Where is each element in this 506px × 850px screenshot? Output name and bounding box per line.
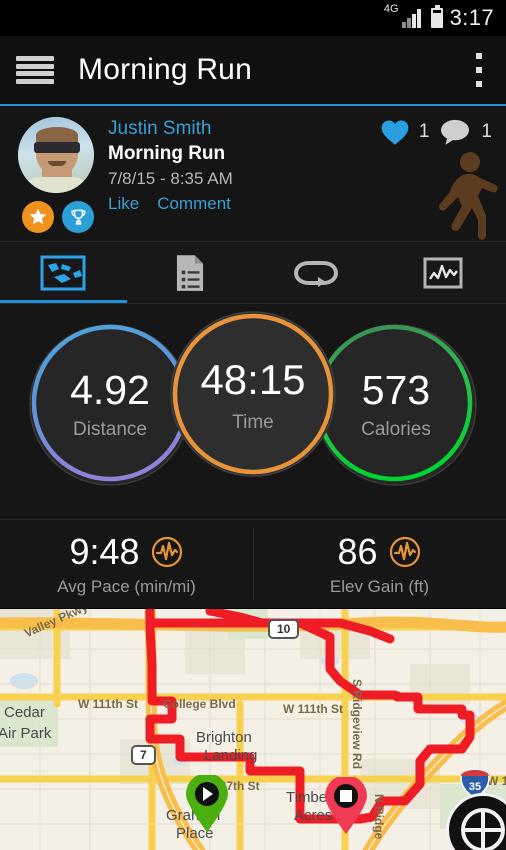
map-place-label: Landing xyxy=(204,747,258,764)
map-place-label: Cedar xyxy=(4,704,45,721)
start-marker[interactable] xyxy=(184,775,230,833)
stat-time[interactable]: 48:15 Time xyxy=(167,308,339,480)
page-title: Morning Run xyxy=(78,53,252,86)
avg-pace-label: Avg Pace (min/mi) xyxy=(57,577,196,596)
comment-icon[interactable] xyxy=(437,118,473,146)
tab-laps[interactable] xyxy=(253,242,380,303)
secondary-stats: 9:48 Avg Pace (min/mi) 86 Elev Gain (ft) xyxy=(0,519,506,609)
signal-strength-icon xyxy=(401,8,424,28)
status-bar: 4G 3:17 xyxy=(0,0,506,36)
running-person-icon xyxy=(422,148,500,241)
like-link[interactable]: Like xyxy=(108,191,139,216)
comment-count: 1 xyxy=(481,121,492,142)
hamburger-menu-icon[interactable] xyxy=(16,56,54,84)
tab-map[interactable] xyxy=(0,242,127,303)
activity-social-counts: 1 1 xyxy=(379,118,492,146)
tab-details[interactable] xyxy=(127,242,254,303)
map-street-label: N Ridge xyxy=(372,794,386,840)
stat-elev-gain[interactable]: 86 Elev Gain (ft) xyxy=(253,520,506,608)
network-type-label: 4G xyxy=(383,3,399,15)
heartbeat-graph-icon xyxy=(151,536,182,568)
overflow-menu-icon[interactable] xyxy=(468,53,490,87)
activity-date: 7/8/15 - 8:35 AM xyxy=(108,169,233,188)
document-list-icon xyxy=(176,254,203,291)
elev-gain-value: 86 xyxy=(337,531,378,572)
time-label: Time xyxy=(232,412,274,433)
avatar[interactable] xyxy=(18,117,94,193)
route-map[interactable]: W 111th St College Blvd W 111th St W 1 W… xyxy=(0,609,506,850)
tab-bar xyxy=(0,242,506,304)
app-root: 4G 3:17 Morning Run Justin Smith Morning… xyxy=(0,0,506,850)
map-street-label: W 111th St xyxy=(78,697,139,711)
activity-card[interactable]: Justin Smith Morning Run 7/8/15 - 8:35 A… xyxy=(0,106,506,242)
star-icon xyxy=(29,208,47,225)
heart-icon[interactable] xyxy=(379,118,411,146)
activity-title: Morning Run xyxy=(108,143,226,164)
map-place-label: Air Park xyxy=(0,725,52,742)
map-street-label: S Ridgeview Rd xyxy=(350,679,364,770)
tab-graphs[interactable] xyxy=(380,242,506,303)
like-count: 1 xyxy=(418,121,430,142)
primary-stats: 4.92 Distance 573 Calories 48:15 Time xyxy=(0,304,506,519)
svg-text:35: 35 xyxy=(469,781,481,793)
comment-link[interactable]: Comment xyxy=(157,191,231,216)
stat-avg-pace[interactable]: 9:48 Avg Pace (min/mi) xyxy=(0,520,253,608)
time-value: 48:15 xyxy=(200,356,306,403)
map-street-label: W 111th St xyxy=(283,702,344,716)
activity-user-name[interactable]: Justin Smith xyxy=(108,116,233,141)
map-place-label: Brighton xyxy=(196,729,252,746)
interstate-shield: 35 xyxy=(460,769,490,799)
star-badge[interactable] xyxy=(22,201,54,233)
highway-shield: 10 xyxy=(268,619,300,639)
heartbeat-graph-icon xyxy=(389,536,420,568)
activity-actions: Like Comment xyxy=(108,191,233,216)
trophy-icon xyxy=(70,209,86,225)
chart-graph-icon xyxy=(423,257,463,288)
map-canvas xyxy=(0,609,506,850)
activity-text-block: Justin Smith Morning Run 7/8/15 - 8:35 A… xyxy=(108,116,233,216)
clock-time: 3:17 xyxy=(449,5,494,30)
map-route-icon xyxy=(40,255,86,290)
battery-icon xyxy=(430,5,443,28)
trophy-badge[interactable] xyxy=(62,201,94,233)
avg-pace-value: 9:48 xyxy=(69,531,140,572)
end-marker[interactable] xyxy=(323,777,369,835)
map-street-label: College Blvd xyxy=(163,697,236,711)
badge-row xyxy=(22,201,94,233)
elev-gain-label: Elev Gain (ft) xyxy=(329,577,430,596)
loop-arrow-icon xyxy=(294,260,339,287)
highway-shield: 7 xyxy=(131,745,156,765)
action-bar: Morning Run xyxy=(0,36,506,106)
